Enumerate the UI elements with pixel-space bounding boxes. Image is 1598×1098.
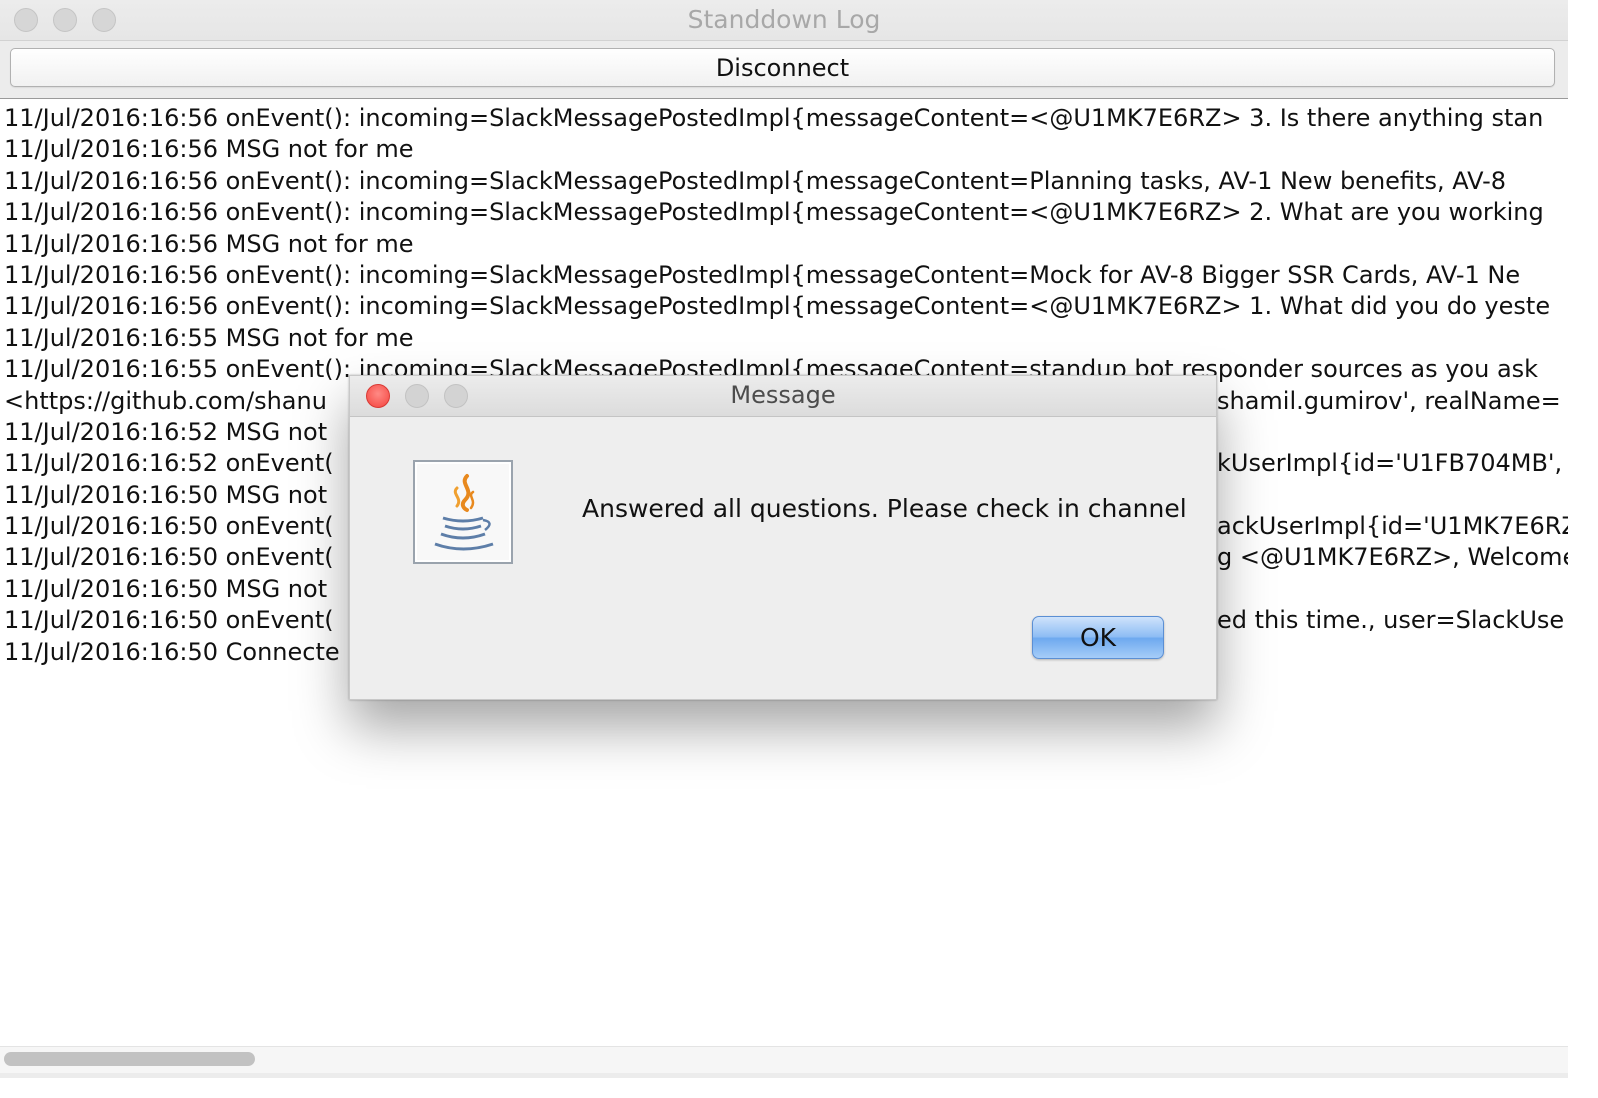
log-line: 11/Jul/2016:16:56 onEvent(): incoming=Sl… <box>4 261 1521 289</box>
horizontal-scrollbar[interactable] <box>0 1046 1568 1073</box>
log-line: 11/Jul/2016:16:56 onEvent(): incoming=Sl… <box>4 167 1507 195</box>
log-line: 11/Jul/2016:16:52 MSG not <box>4 418 328 446</box>
log-line: 11/Jul/2016:16:50 onEvent( <box>4 606 334 634</box>
log-line: 11/Jul/2016:16:50 onEvent( <box>4 543 334 571</box>
message-dialog: Message Answered all questions. Please c… <box>349 375 1217 700</box>
log-line: 11/Jul/2016:16:50 MSG not <box>4 575 328 603</box>
log-line-fragment: kUserImpl{id='U1FB704MB', u <box>1217 449 1568 477</box>
scrollbar-thumb[interactable] <box>4 1052 255 1066</box>
dialog-title: Message <box>730 381 836 409</box>
log-line: 11/Jul/2016:16:56 MSG not for me <box>4 135 414 163</box>
log-line: 11/Jul/2016:16:56 onEvent(): incoming=Sl… <box>4 292 1551 320</box>
log-line: <https://github.com/shanu <box>4 387 327 415</box>
title-bar[interactable]: Standdown Log <box>0 0 1568 41</box>
log-line-fragment: shamil.gumirov', realName= <box>1217 387 1561 415</box>
log-line: 11/Jul/2016:16:56 MSG not for me <box>4 230 414 258</box>
log-line: 11/Jul/2016:16:52 onEvent( <box>4 449 334 477</box>
log-line: 11/Jul/2016:16:50 onEvent( <box>4 512 334 540</box>
dialog-message: Answered all questions. Please check in … <box>582 494 1187 523</box>
window-title: Standdown Log <box>687 5 881 34</box>
log-line: 11/Jul/2016:16:50 MSG not <box>4 481 328 509</box>
disconnect-button[interactable]: Disconnect <box>10 48 1555 87</box>
log-line: 11/Jul/2016:16:50 Connecte <box>4 638 340 666</box>
ok-button[interactable]: OK <box>1032 616 1164 659</box>
window-edge <box>1568 0 1598 1098</box>
log-line: 11/Jul/2016:16:56 onEvent(): incoming=Sl… <box>4 104 1544 132</box>
log-line: 11/Jul/2016:16:56 onEvent(): incoming=Sl… <box>4 198 1544 226</box>
java-coffee-cup-icon <box>413 460 513 564</box>
log-line: 11/Jul/2016:16:55 MSG not for me <box>4 324 414 352</box>
log-line-fragment: ackUserImpl{id='U1MK7E6RZ <box>1217 512 1568 540</box>
log-line-fragment: g <@U1MK7E6RZ>, Welcome <box>1217 543 1568 571</box>
dialog-title-bar[interactable]: Message <box>350 376 1216 417</box>
log-line-fragment: ed this time., user=SlackUse <box>1217 606 1565 634</box>
